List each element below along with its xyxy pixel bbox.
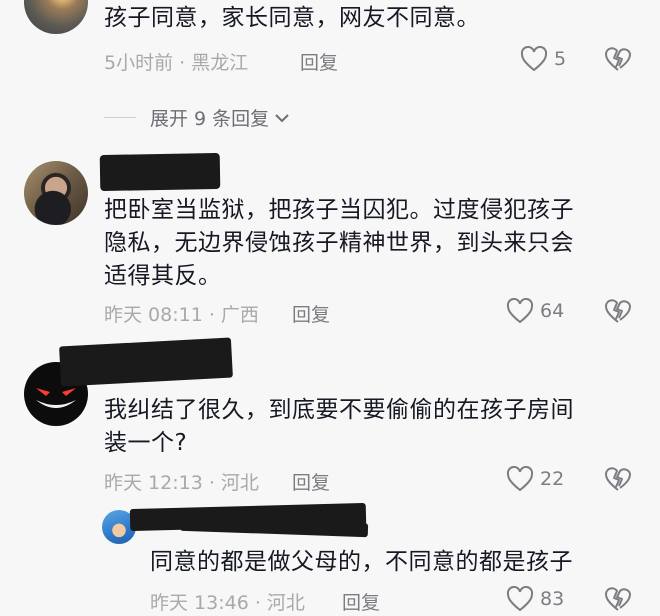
like-button[interactable]: 5 xyxy=(520,46,566,72)
like-count: 22 xyxy=(540,468,565,490)
broken-heart-icon xyxy=(605,47,631,71)
broken-heart-icon xyxy=(605,587,631,611)
broken-heart-icon xyxy=(605,467,631,491)
broken-heart-icon xyxy=(605,299,631,323)
heart-outline-icon xyxy=(506,298,534,324)
comment-text: 把卧室当监狱，把孩子当囚犯。过度侵犯孩子 隐私，无边界侵蚀孩子精神世界，到头来只… xyxy=(104,194,574,293)
dislike-button[interactable] xyxy=(604,466,632,496)
redaction-bar xyxy=(99,152,221,192)
divider xyxy=(104,117,136,118)
comment-meta: 昨天 12:13 · 河北 xyxy=(104,472,259,494)
redaction-bar xyxy=(59,337,233,387)
comment-line: 同意的都是做父母的，不同意的都是孩子 xyxy=(150,549,573,575)
like-button[interactable]: 83 xyxy=(506,586,564,612)
comment-line: 适得其反。 xyxy=(104,263,222,289)
dislike-button[interactable] xyxy=(604,46,632,76)
comment-line: 隐私，无边界侵蚀孩子精神世界，到头来只会 xyxy=(104,230,574,256)
reply-button[interactable]: 回复 xyxy=(292,300,330,327)
heart-outline-icon xyxy=(520,46,548,72)
expand-replies-label: 展开 9 条回复 xyxy=(150,108,270,130)
heart-outline-icon xyxy=(506,466,534,492)
like-button[interactable]: 64 xyxy=(506,298,564,324)
avatar[interactable] xyxy=(24,0,88,34)
like-button[interactable]: 22 xyxy=(506,466,564,492)
comment-line: 装一个? xyxy=(104,430,188,456)
heart-outline-icon xyxy=(506,586,534,612)
chevron-down-icon xyxy=(275,113,289,122)
comment-text: 同意的都是做父母的，不同意的都是孩子 xyxy=(150,546,573,579)
like-count: 64 xyxy=(540,300,565,322)
comment-line: 孩子同意，家长同意，网友不同意。 xyxy=(104,5,480,31)
dislike-button[interactable] xyxy=(604,298,632,328)
reply-button[interactable]: 回复 xyxy=(300,48,338,75)
expand-replies-button[interactable]: 展开 9 条回复 xyxy=(104,104,291,131)
comment-text: 孩子同意，家长同意，网友不同意。 xyxy=(104,2,480,35)
comment-meta: 昨天 08:11 · 广西 xyxy=(104,304,259,326)
like-count: 5 xyxy=(554,48,567,70)
comment-line: 我纠结了很久，到底要不要偷偷的在孩子房间 xyxy=(104,397,574,423)
comment-text: 我纠结了很久，到底要不要偷偷的在孩子房间 装一个? xyxy=(104,394,574,460)
reply-button[interactable]: 回复 xyxy=(342,588,380,615)
comment-meta: 昨天 13:46 · 河北 xyxy=(150,592,305,614)
avatar[interactable] xyxy=(24,161,88,225)
like-count: 83 xyxy=(540,588,565,610)
reply-button[interactable]: 回复 xyxy=(292,468,330,495)
comment-line: 把卧室当监狱，把孩子当囚犯。过度侵犯孩子 xyxy=(104,197,574,223)
dislike-button[interactable] xyxy=(604,586,632,616)
comment-meta: 5小时前 · 黑龙江 xyxy=(104,52,249,74)
